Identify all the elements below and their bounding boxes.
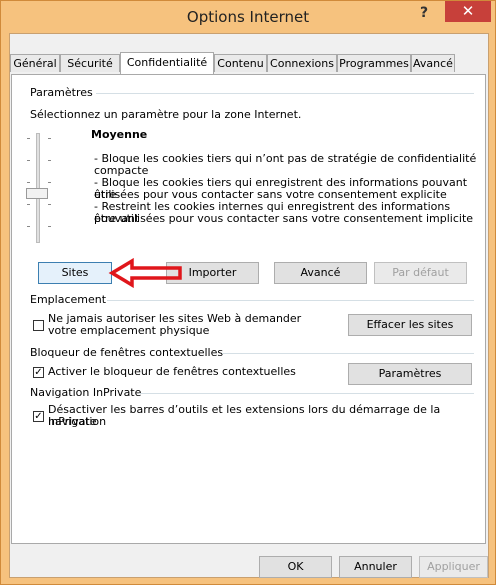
popup-blocker-heading: Bloqueur de fenêtres contextuelles: [30, 346, 224, 359]
privacy-desc-1: - Bloque les cookies tiers qui n’ont pas…: [94, 152, 477, 165]
location-checkbox[interactable]: [33, 320, 44, 331]
slider-tick: [27, 160, 30, 161]
slider-tick: [48, 204, 51, 205]
slider-thumb[interactable]: [26, 188, 48, 199]
popup-blocker-checkbox[interactable]: ✓: [33, 367, 44, 378]
cancel-button[interactable]: Annuler: [339, 556, 412, 578]
advanced-button[interactable]: Avancé: [274, 262, 367, 284]
close-button[interactable]: ✕: [445, 1, 491, 22]
red-arrow-annotation: [108, 258, 182, 288]
inprivate-checkbox[interactable]: ✓: [33, 411, 44, 422]
slider-tick: [27, 138, 30, 139]
popup-blocker-divider: [222, 353, 474, 354]
popup-blocker-label: Activer le bloqueur de fenêtres contextu…: [48, 365, 296, 378]
location-label-2: votre emplacement physique: [48, 324, 210, 337]
tab-programs[interactable]: Programmes: [337, 54, 411, 72]
help-button[interactable]: ?: [412, 5, 436, 25]
settings-heading: Paramètres: [30, 86, 93, 99]
privacy-desc-6: être utilisées pour vous contacter sans …: [94, 212, 474, 225]
tab-privacy[interactable]: Confidentialité: [120, 52, 214, 74]
slider-tick: [48, 226, 51, 227]
tab-strip: Général Sécurité Confidentialité Contenu…: [10, 52, 488, 74]
default-button[interactable]: Par défaut: [374, 262, 467, 284]
privacy-level: Moyenne: [91, 128, 148, 141]
tab-general[interactable]: Général: [10, 54, 60, 72]
slider-tick: [27, 204, 30, 205]
clear-sites-button[interactable]: Effacer les sites: [348, 314, 472, 336]
slider-tick: [48, 138, 51, 139]
tab-connections[interactable]: Connexions: [267, 54, 337, 72]
internet-options-window: Options Internet ? ✕ Général Sécurité Co…: [0, 0, 496, 585]
dialog-client: Général Sécurité Confidentialité Contenu…: [9, 33, 489, 578]
settings-prompt: Sélectionnez un paramètre pour la zone I…: [30, 108, 302, 121]
ok-button[interactable]: OK: [259, 556, 332, 578]
sites-button[interactable]: Sites: [38, 262, 112, 284]
inprivate-label-1: Désactiver les barres d’outils et les ex…: [48, 403, 441, 428]
inprivate-divider: [139, 393, 474, 394]
inprivate-heading: Navigation InPrivate: [30, 386, 142, 399]
slider-tick: [48, 160, 51, 161]
tab-security[interactable]: Sécurité: [60, 54, 120, 72]
settings-divider: [96, 93, 474, 94]
popup-settings-button[interactable]: Paramètres: [348, 363, 472, 385]
slider-tick: [48, 182, 51, 183]
slider-tick: [27, 226, 30, 227]
slider-tick: [27, 182, 30, 183]
inprivate-label-2: InPrivate: [48, 415, 97, 428]
tab-content[interactable]: Contenu: [214, 54, 267, 72]
privacy-panel: Paramètres Sélectionnez un paramètre pou…: [11, 74, 486, 544]
apply-button[interactable]: Appliquer: [419, 556, 488, 578]
location-divider: [107, 300, 474, 301]
tab-advanced[interactable]: Avancé: [411, 54, 455, 72]
title-bar[interactable]: Options Internet ? ✕: [1, 1, 495, 33]
location-heading: Emplacement: [30, 293, 107, 306]
